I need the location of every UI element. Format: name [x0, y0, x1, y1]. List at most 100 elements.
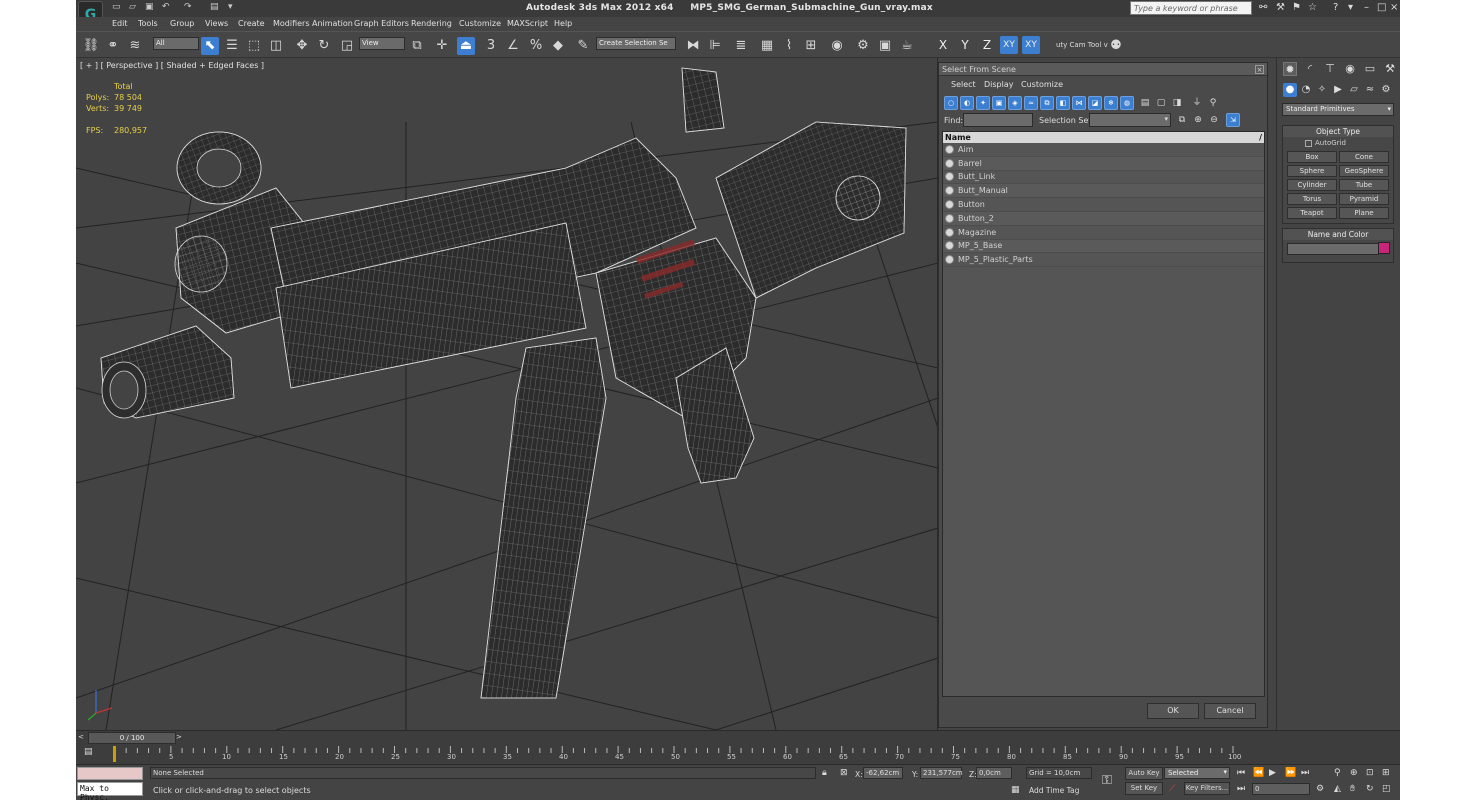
angle-snap-icon[interactable]: ∠: [504, 37, 522, 55]
cancel-button[interactable]: Cancel: [1204, 703, 1256, 719]
binoculars-icon[interactable]: ⚯: [1259, 2, 1267, 13]
auto-key-button[interactable]: Auto Key: [1125, 767, 1163, 780]
menu-modifiers[interactable]: Modifiers: [273, 19, 310, 28]
menu-animation[interactable]: Animation: [312, 19, 353, 28]
set-key-filter-icon[interactable]: ⚿: [1102, 773, 1112, 788]
help-icon[interactable]: ?: [1333, 2, 1338, 13]
select-by-name-icon[interactable]: ☰: [223, 37, 241, 55]
rendered-frame-window-icon[interactable]: ▣: [876, 37, 894, 55]
axis-x-button[interactable]: X: [934, 36, 952, 54]
field-of-view-icon[interactable]: ◭: [1334, 784, 1341, 794]
create-tab-icon[interactable]: ✹: [1283, 62, 1297, 76]
zoom-all-icon[interactable]: ⊕: [1350, 768, 1358, 778]
axis-xy-constraint-button[interactable]: XY: [1022, 36, 1040, 54]
list-item[interactable]: Magazine: [943, 226, 1264, 240]
systems-category-icon[interactable]: ⚙: [1379, 83, 1393, 97]
utility-cam-tool-icon[interactable]: ⚉: [1107, 37, 1125, 55]
zoom-icon[interactable]: ⚲: [1334, 768, 1341, 778]
render-setup-icon[interactable]: ⚙: [854, 37, 872, 55]
absolute-mode-icon[interactable]: ⊠: [840, 768, 848, 778]
list-item[interactable]: Aim: [943, 143, 1264, 157]
create-selection-set-icon[interactable]: ⧉: [1175, 113, 1189, 127]
key-mode-toggle-icon[interactable]: ⏭: [1237, 784, 1245, 794]
list-item[interactable]: MP_5_Base: [943, 239, 1264, 254]
menu-edit[interactable]: Edit: [112, 19, 128, 28]
display-bones-icon[interactable]: ⋈: [1072, 96, 1086, 110]
axis-z-button[interactable]: Z: [978, 36, 996, 54]
primitive-category-dropdown[interactable]: Standard Primitives ▾: [1282, 103, 1394, 116]
display-shapes-icon[interactable]: ◐: [960, 96, 974, 110]
menu-help[interactable]: Help: [554, 19, 572, 28]
undo-icon[interactable]: ↶: [162, 2, 170, 12]
key-mode-dropdown[interactable]: Selected ▾: [1164, 767, 1230, 779]
maxscript-listener-mini[interactable]: [77, 767, 143, 780]
layer-manager-icon[interactable]: ≣: [732, 37, 750, 55]
mirror-icon[interactable]: ⧓: [684, 37, 702, 55]
list-item[interactable]: MP_5_Plastic_Parts: [943, 253, 1264, 268]
current-frame-field[interactable]: 0: [1252, 783, 1310, 795]
selection-set-dropdown[interactable]: ▾: [1089, 113, 1171, 127]
menu-tools[interactable]: Tools: [138, 19, 158, 28]
pyramid-button[interactable]: Pyramid: [1339, 193, 1389, 205]
selection-lock-icon[interactable]: 🔒︎: [822, 768, 827, 778]
track-bar-menu-icon[interactable]: ▤: [84, 747, 93, 757]
menu-rendering[interactable]: Rendering: [411, 19, 452, 28]
bind-space-warp-icon[interactable]: ≋: [126, 37, 144, 55]
close-icon[interactable]: ×: [1390, 2, 1398, 13]
new-file-icon[interactable]: ▭: [112, 2, 121, 12]
material-editor-icon[interactable]: ◉: [828, 37, 846, 55]
search-input[interactable]: Type a keyword or phrase: [1130, 1, 1252, 15]
object-type-title[interactable]: Object Type: [1283, 126, 1393, 137]
curve-editor-icon[interactable]: ⌇: [780, 37, 798, 55]
z-coordinate-field[interactable]: 0,0cm: [976, 767, 1012, 779]
time-configuration-icon[interactable]: ⚙: [1316, 784, 1324, 794]
align-icon[interactable]: ⊫: [706, 37, 724, 55]
open-file-icon[interactable]: ▱: [129, 2, 136, 12]
key-filters-button[interactable]: Key Filters...: [1184, 782, 1230, 795]
zoom-extents-icon[interactable]: ⊡: [1366, 768, 1374, 778]
select-object-icon[interactable]: ⬉: [201, 37, 219, 55]
play-icon[interactable]: ▶: [1269, 768, 1276, 778]
spinner-snap-icon[interactable]: ◆: [549, 37, 567, 55]
geometry-category-icon[interactable]: ●: [1283, 83, 1297, 97]
reference-coordinate-dropdown[interactable]: View: [359, 37, 405, 50]
list-item[interactable]: Butt_Link: [943, 171, 1264, 185]
select-manipulate-icon[interactable]: ✛: [433, 37, 451, 55]
named-selection-set-dropdown[interactable]: Create Selection Se: [596, 37, 676, 50]
pan-view-icon[interactable]: ✋︎: [1350, 784, 1355, 794]
time-slider-thumb[interactable]: 0 / 100: [88, 732, 176, 744]
set-key-icon[interactable]: ⟋: [1169, 784, 1175, 794]
pivot-center-icon[interactable]: ⧉: [408, 37, 426, 55]
cone-button[interactable]: Cone: [1339, 151, 1389, 163]
redo-icon[interactable]: ↷: [184, 2, 192, 12]
unlink-icon[interactable]: ⚭: [104, 37, 122, 55]
filter-icon[interactable]: ⏚: [1190, 96, 1204, 110]
display-hidden-icon[interactable]: ◍: [1120, 96, 1134, 110]
menu-customize[interactable]: Customize: [459, 19, 501, 28]
schematic-view-icon[interactable]: ⊞: [802, 37, 820, 55]
menu-group[interactable]: Group: [170, 19, 194, 28]
time-tag-icon[interactable]: ▦: [1011, 785, 1020, 795]
list-item[interactable]: Barrel: [943, 156, 1264, 171]
list-item[interactable]: Butt_Manual: [943, 184, 1264, 199]
cylinder-button[interactable]: Cylinder: [1287, 179, 1337, 191]
window-crossing-icon[interactable]: ◫: [267, 37, 285, 55]
help-dropdown-icon[interactable]: ▾: [1348, 2, 1353, 13]
render-production-icon[interactable]: ☕: [898, 37, 916, 55]
helpers-category-icon[interactable]: ▱: [1347, 83, 1361, 97]
tube-button[interactable]: Tube: [1339, 179, 1389, 191]
list-item[interactable]: Button: [943, 198, 1264, 212]
select-invert-icon[interactable]: ◨: [1170, 96, 1184, 110]
menu-graph-editors[interactable]: Graph Editors: [354, 19, 409, 28]
select-link-icon[interactable]: ⛓: [82, 37, 100, 55]
subscription-icon[interactable]: ⚒: [1276, 2, 1285, 13]
selection-filter-dropdown[interactable]: All: [153, 37, 199, 50]
axis-y-button[interactable]: Y: [956, 36, 974, 54]
save-file-icon[interactable]: ▣: [145, 2, 154, 12]
geosphere-button[interactable]: GeoSphere: [1339, 165, 1389, 177]
menu-maxscript[interactable]: MAXScript: [507, 19, 548, 28]
display-xrefs-icon[interactable]: ◧: [1056, 96, 1070, 110]
lights-category-icon[interactable]: ✧: [1315, 83, 1329, 97]
edit-named-selection-icon[interactable]: ✎: [574, 37, 592, 55]
set-key-button[interactable]: Set Key: [1125, 782, 1163, 795]
